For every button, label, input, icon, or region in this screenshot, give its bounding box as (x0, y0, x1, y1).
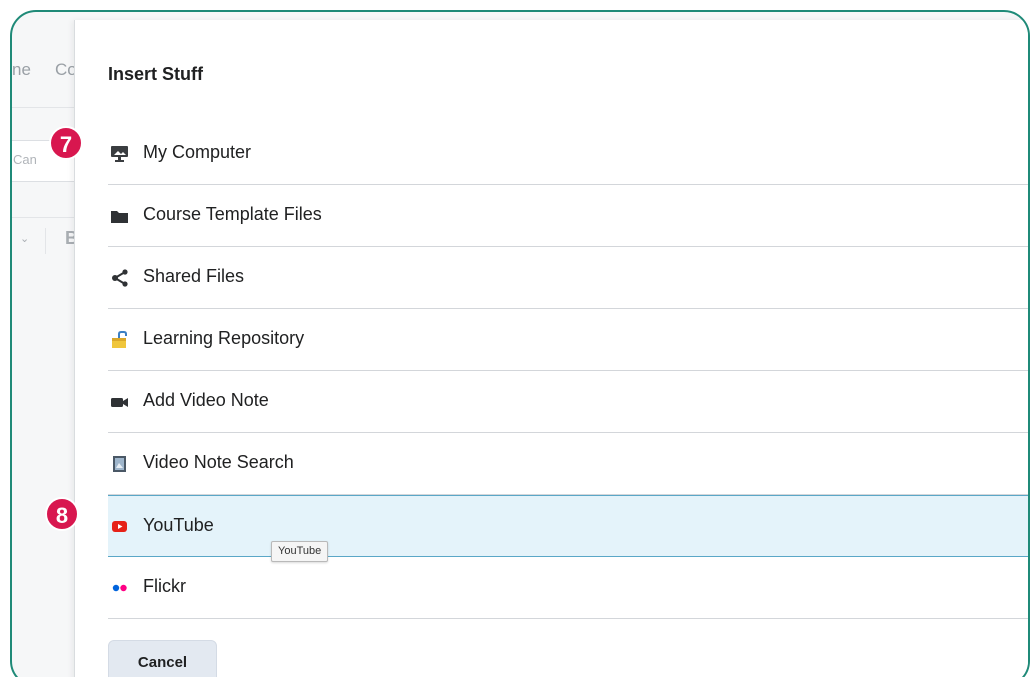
video-note-search-icon (110, 455, 130, 473)
list-item-label: Course Template Files (143, 204, 322, 224)
list-item-label: Flickr (143, 576, 186, 596)
flickr-icon (110, 579, 130, 597)
chevron-down-icon[interactable]: ⌄ (20, 232, 29, 245)
list-item-label: Learning Repository (143, 328, 305, 348)
list-item-shared-files[interactable]: Shared Files (108, 247, 1028, 309)
list-item-course-template-files[interactable]: Course Template Files (108, 185, 1028, 247)
list-item-my-computer[interactable]: My Computer (108, 123, 1028, 185)
video-camera-icon (110, 393, 130, 411)
list-item-label: My Computer (143, 142, 252, 162)
step-callout-7: 7 (49, 126, 83, 160)
list-item-add-video-note[interactable]: Add Video Note (108, 371, 1028, 433)
background-nav-item[interactable]: ne (12, 60, 31, 80)
folder-icon (110, 207, 130, 225)
list-item-video-note-search[interactable]: Video Note Search (108, 433, 1028, 495)
dialog-title: Insert Stuff (108, 64, 204, 84)
insert-stuff-dialog: Insert Stuff My Computer Course Template… (74, 20, 1028, 677)
repository-icon (110, 331, 130, 349)
screenshot-frame: ne Co Can ⌄ B Insert Stuff My Computer C… (10, 10, 1030, 677)
list-item-label: Video Note Search (143, 452, 294, 472)
list-item-learning-repository[interactable]: Learning Repository (108, 309, 1028, 371)
youtube-tooltip: YouTube (271, 541, 329, 562)
cancel-button[interactable]: Cancel (108, 640, 217, 677)
divider (45, 228, 46, 254)
list-item-label: YouTube (143, 515, 214, 535)
list-item-label: Shared Files (143, 266, 245, 286)
computer-icon (110, 145, 130, 163)
background-input-placeholder: Can (13, 152, 37, 167)
youtube-icon (110, 518, 130, 536)
list-item-flickr[interactable]: Flickr (108, 557, 1028, 619)
share-icon (110, 269, 130, 287)
list-item-youtube[interactable]: YouTube (108, 495, 1028, 557)
list-item-label: Add Video Note (143, 390, 269, 410)
step-callout-8: 8 (45, 497, 79, 531)
source-list: My Computer Course Template Files Shared… (108, 123, 1028, 619)
